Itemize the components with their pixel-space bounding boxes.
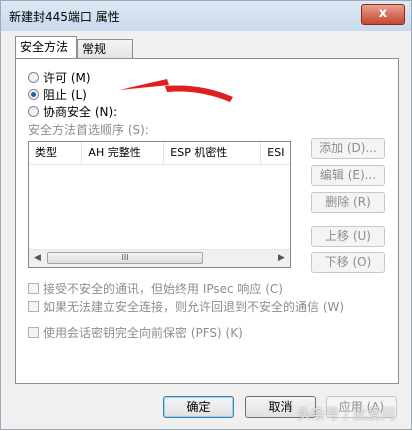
- security-methods-list[interactable]: 类型 AH 完整性 ESP 机密性 ESI ◀ III ▶: [28, 141, 291, 268]
- remove-button[interactable]: 删除 (R): [311, 192, 385, 213]
- radio-block[interactable]: 阻止 (L): [28, 86, 87, 103]
- title-bar[interactable]: 新建封445端口 属性 x: [1, 1, 411, 31]
- window-title: 新建封445端口 属性: [9, 10, 120, 24]
- checkbox-allow-fallback-label: 如果无法建立安全连接，则允许回退到不安全的通信 (W): [43, 300, 345, 314]
- radio-indicator: [28, 89, 39, 100]
- checkbox-accept-unsecured-label: 接受不安全的通讯，但始终用 IPsec 响应 (C): [43, 282, 283, 296]
- radio-negotiate-security[interactable]: 协商安全 (N):: [28, 103, 117, 120]
- close-icon: x: [378, 6, 388, 21]
- column-esp-integrity[interactable]: ESI: [261, 142, 290, 164]
- scroll-thumb[interactable]: III: [47, 252, 203, 264]
- watermark-text: 头条号 / 此爱问: [297, 407, 395, 423]
- radio-negotiate-label: 协商安全 (N):: [43, 105, 118, 119]
- column-type[interactable]: 类型: [29, 142, 83, 164]
- security-methods-panel: 许可 (M) 阻止 (L) 协商安全 (N): 安全方法首选顺序 (S): 类型…: [15, 58, 399, 384]
- ok-button[interactable]: 确定: [163, 396, 234, 418]
- column-esp-confidentiality[interactable]: ESP 机密性: [164, 142, 262, 164]
- scroll-right-icon[interactable]: ▶: [273, 250, 290, 267]
- list-caption: 安全方法首选顺序 (S):: [28, 123, 149, 137]
- horizontal-scrollbar[interactable]: ◀ III ▶: [29, 249, 290, 267]
- checkbox-accept-unsecured[interactable]: 接受不安全的通讯，但始终用 IPsec 响应 (C): [28, 280, 283, 297]
- move-up-button[interactable]: 上移 (U): [311, 226, 385, 247]
- checkbox-allow-fallback[interactable]: 如果无法建立安全连接，则允许回退到不安全的通信 (W): [28, 298, 344, 315]
- radio-block-label: 阻止 (L): [43, 88, 87, 102]
- edit-button[interactable]: 编辑 (E)...: [311, 165, 385, 186]
- radio-permit[interactable]: 许可 (M): [28, 69, 91, 86]
- tab-security-methods[interactable]: 安全方法: [15, 36, 77, 59]
- close-button[interactable]: x: [361, 4, 405, 25]
- scroll-left-icon[interactable]: ◀: [29, 250, 46, 267]
- column-ah-integrity[interactable]: AH 完整性: [82, 142, 165, 164]
- properties-dialog: 新建封445端口 属性 x 常规 安全方法 许可 (M) 阻止 (L) 协商安全…: [0, 0, 412, 430]
- add-button[interactable]: 添加 (D)...: [311, 138, 385, 159]
- checkbox-pfs[interactable]: 使用会话密钥完全向前保密 (PFS) (K): [28, 324, 243, 341]
- checkbox-pfs-label: 使用会话密钥完全向前保密 (PFS) (K): [43, 326, 243, 340]
- radio-indicator: [28, 72, 39, 83]
- list-header: 类型 AH 完整性 ESP 机密性 ESI: [29, 142, 290, 165]
- move-down-button[interactable]: 下移 (O): [311, 252, 385, 273]
- tab-general[interactable]: 常规: [77, 39, 133, 58]
- checkbox-indicator: [28, 327, 39, 338]
- checkbox-indicator: [28, 301, 39, 312]
- radio-indicator: [28, 106, 39, 117]
- radio-permit-label: 许可 (M): [43, 71, 91, 85]
- checkbox-indicator: [28, 283, 39, 294]
